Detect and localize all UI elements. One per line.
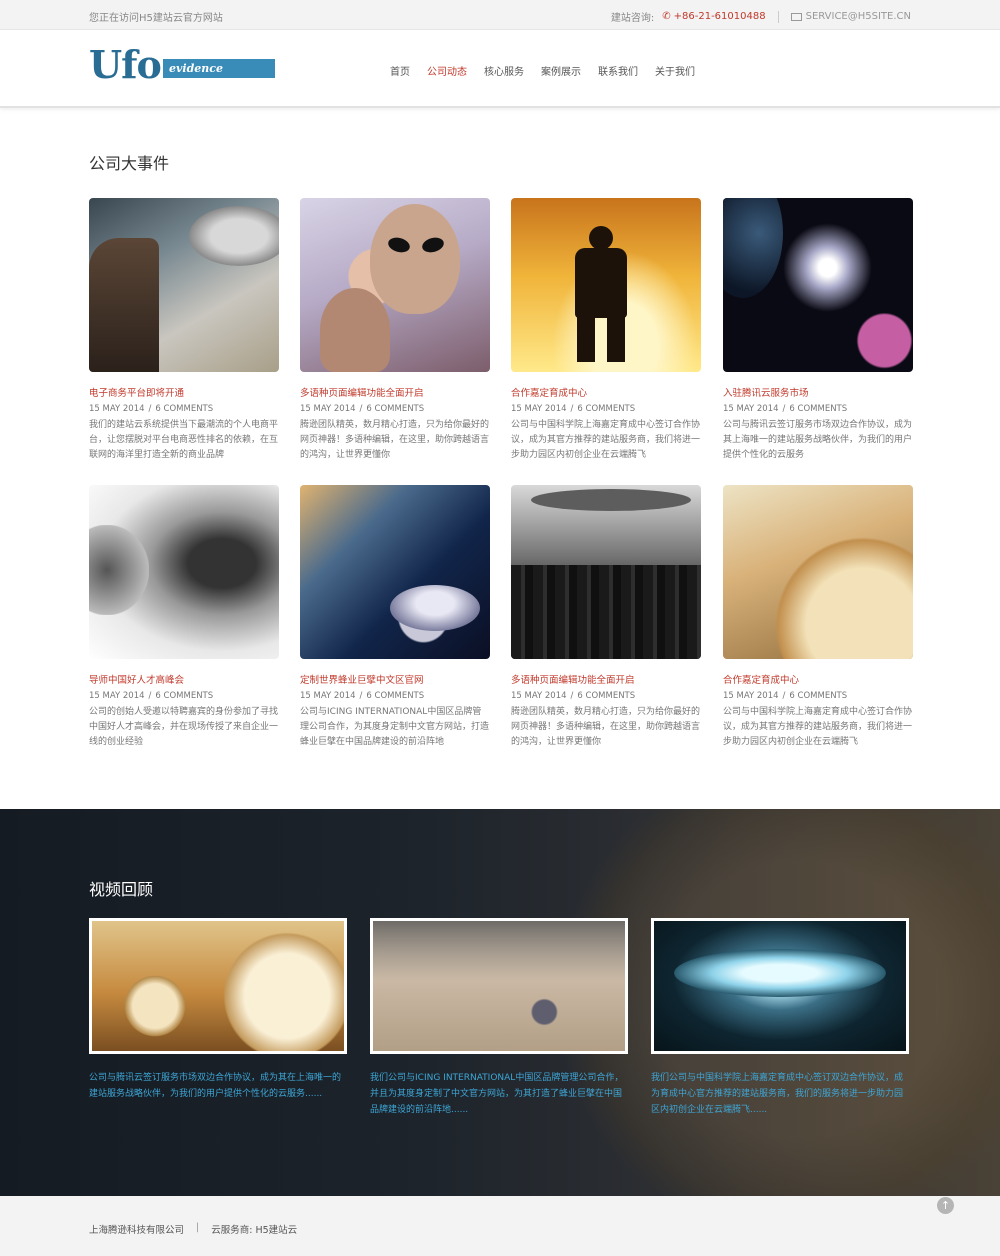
events-title: 公司大事件	[89, 154, 170, 173]
divider	[777, 10, 779, 23]
event-image[interactable]	[89, 198, 279, 372]
event-card[interactable]: 导师中国好人才高峰会 15 MAY 2014/6 COMMENTS 公司的创始人…	[89, 485, 279, 750]
video-desc[interactable]: 我们公司与中国科学院上海嘉定育成中心签订双边合作协议，成为育成中心官方推荐的建站…	[651, 1070, 909, 1118]
event-date: 15 MAY 2014	[723, 691, 779, 701]
video-thumbnail[interactable]	[651, 918, 909, 1054]
event-date: 15 MAY 2014	[300, 691, 356, 701]
video-card[interactable]: 公司与腾讯云签订服务市场双边合作协议，成为其在上海唯一的建站服务战略伙伴，为我们…	[89, 918, 347, 1102]
event-card[interactable]: 多语种页面编辑功能全面开启 15 MAY 2014/6 COMMENTS 腾逊团…	[511, 485, 701, 750]
footer-divider: |	[196, 1222, 200, 1233]
event-title[interactable]: 合作嘉定育成中心	[511, 385, 701, 399]
event-desc: 公司的创始人受邀以特聘嘉宾的身份参加了寻找中国好人才高峰会，并在现场传授了来自企…	[89, 707, 279, 747]
event-image[interactable]	[89, 485, 279, 659]
event-title[interactable]: 导师中国好人才高峰会	[89, 672, 279, 686]
contact-info: 建站咨询: ✆ +86-21-61010488 SERVICE@H5SITE.C…	[611, 9, 911, 24]
event-image[interactable]	[723, 198, 913, 372]
event-date: 15 MAY 2014	[511, 691, 567, 701]
event-image[interactable]	[723, 485, 913, 659]
event-title[interactable]: 多语种页面编辑功能全面开启	[300, 385, 490, 399]
event-card[interactable]: 合作嘉定育成中心 15 MAY 2014/6 COMMENTS 公司与中国科学院…	[723, 485, 913, 750]
main-nav: 首页 公司动态 核心服务 案例展示 联系我们 关于我们	[390, 63, 712, 78]
video-desc[interactable]: 我们公司与ICING INTERNATIONAL中国区品牌管理公司合作，并且为其…	[370, 1070, 628, 1118]
event-title[interactable]: 合作嘉定育成中心	[723, 672, 913, 686]
visit-notice: 您正在访问H5建站云官方网站	[89, 13, 223, 24]
event-image[interactable]	[300, 198, 490, 372]
event-title[interactable]: 电子商务平台即将开通	[89, 385, 279, 399]
event-title[interactable]: 定制世界蜂业巨擘中文区官网	[300, 672, 490, 686]
event-comments[interactable]: 6 COMMENTS	[789, 691, 847, 701]
event-image[interactable]	[511, 485, 701, 659]
site-header: Ufo evidence 首页 公司动态 核心服务 案例展示 联系我们 关于我们	[0, 30, 1000, 108]
event-meta: 15 MAY 2014/6 COMMENTS	[723, 404, 848, 414]
event-date: 15 MAY 2014	[89, 691, 145, 701]
logo-main: Ufo	[89, 42, 162, 87]
event-comments[interactable]: 6 COMMENTS	[366, 691, 424, 701]
email-link[interactable]: SERVICE@H5SITE.CN	[806, 11, 911, 22]
event-comments[interactable]: 6 COMMENTS	[155, 404, 213, 414]
footer-text: 上海腾逊科技有限公司 | 云服务商: H5建站云	[89, 1222, 297, 1236]
event-meta: 15 MAY 2014/6 COMMENTS	[511, 691, 636, 701]
back-to-top-icon[interactable]: ↑	[937, 1197, 954, 1214]
event-meta: 15 MAY 2014/6 COMMENTS	[511, 404, 636, 414]
event-card[interactable]: 电子商务平台即将开通 15 MAY 2014/6 COMMENTS 我们的建站云…	[89, 198, 279, 463]
event-image[interactable]	[511, 198, 701, 372]
footer-company: 上海腾逊科技有限公司	[89, 1225, 185, 1236]
event-meta: 15 MAY 2014/6 COMMENTS	[300, 691, 425, 701]
video-thumbnail[interactable]	[370, 918, 628, 1054]
event-meta: 15 MAY 2014/6 COMMENTS	[89, 691, 214, 701]
event-title[interactable]: 多语种页面编辑功能全面开启	[511, 672, 701, 686]
event-card[interactable]: 合作嘉定育成中心 15 MAY 2014/6 COMMENTS 公司与中国科学院…	[511, 198, 701, 463]
site-logo[interactable]: Ufo evidence	[89, 42, 275, 87]
event-card[interactable]: 多语种页面编辑功能全面开启 15 MAY 2014/6 COMMENTS 腾逊团…	[300, 198, 490, 463]
event-date: 15 MAY 2014	[723, 404, 779, 414]
event-card[interactable]: 入驻腾讯云服务市场 15 MAY 2014/6 COMMENTS 公司与腾讯云签…	[723, 198, 913, 463]
top-bar: 您正在访问H5建站云官方网站 建站咨询: ✆ +86-21-61010488 S…	[0, 0, 1000, 30]
phone-icon: ✆	[662, 11, 671, 22]
video-desc[interactable]: 公司与腾讯云签订服务市场双边合作协议，成为其在上海唯一的建站服务战略伙伴，为我们…	[89, 1070, 347, 1102]
nav-item-home[interactable]: 首页	[390, 63, 410, 78]
nav-item-cases[interactable]: 案例展示	[541, 63, 581, 78]
event-meta: 15 MAY 2014/6 COMMENTS	[89, 404, 214, 414]
event-comments[interactable]: 6 COMMENTS	[366, 404, 424, 414]
event-desc: 腾逊团队精英，数月精心打造，只为给你最好的网页神器！多语种编辑，在这里，助你跨越…	[300, 420, 490, 460]
event-date: 15 MAY 2014	[89, 404, 145, 414]
event-desc: 公司与ICING INTERNATIONAL中国区品牌管理公司合作，为其度身定制…	[300, 707, 490, 747]
mail-icon	[790, 12, 802, 21]
logo-sub: evidence	[163, 59, 275, 78]
event-comments[interactable]: 6 COMMENTS	[577, 404, 635, 414]
event-comments[interactable]: 6 COMMENTS	[155, 691, 213, 701]
event-meta: 15 MAY 2014/6 COMMENTS	[723, 691, 848, 701]
event-meta: 15 MAY 2014/6 COMMENTS	[300, 404, 425, 414]
nav-item-news[interactable]: 公司动态	[427, 63, 467, 78]
event-comments[interactable]: 6 COMMENTS	[577, 691, 635, 701]
video-card[interactable]: 我们公司与ICING INTERNATIONAL中国区品牌管理公司合作，并且为其…	[370, 918, 628, 1118]
event-date: 15 MAY 2014	[511, 404, 567, 414]
event-comments[interactable]: 6 COMMENTS	[789, 404, 847, 414]
event-date: 15 MAY 2014	[300, 404, 356, 414]
phone-number[interactable]: +86-21-61010488	[674, 11, 766, 22]
consult-label: 建站咨询:	[610, 13, 655, 24]
event-desc: 腾逊团队精英，数月精心打造，只为给你最好的网页神器！多语种编辑，在这里，助你跨越…	[511, 707, 701, 747]
nav-item-contact[interactable]: 联系我们	[598, 63, 638, 78]
video-section: 视频回顾 公司与腾讯云签订服务市场双边合作协议，成为其在上海唯一的建站服务战略伙…	[0, 809, 1000, 1196]
event-desc: 我们的建站云系统提供当下最潮流的个人电商平台，让您摆脱对平台电商恶性排名的依赖，…	[89, 420, 279, 460]
footer-provider[interactable]: 云服务商: H5建站云	[211, 1222, 297, 1236]
event-title[interactable]: 入驻腾讯云服务市场	[723, 385, 913, 399]
event-card[interactable]: 定制世界蜂业巨擘中文区官网 15 MAY 2014/6 COMMENTS 公司与…	[300, 485, 490, 750]
site-footer: ↑ 上海腾逊科技有限公司 | 云服务商: H5建站云	[0, 1196, 1000, 1256]
nav-item-services[interactable]: 核心服务	[484, 63, 524, 78]
nav-item-about[interactable]: 关于我们	[655, 63, 695, 78]
video-card[interactable]: 我们公司与中国科学院上海嘉定育成中心签订双边合作协议，成为育成中心官方推荐的建站…	[651, 918, 909, 1118]
event-desc: 公司与中国科学院上海嘉定育成中心签订合作协议，成为其官方推荐的建站服务商，我们将…	[511, 420, 701, 460]
event-desc: 公司与中国科学院上海嘉定育成中心签订合作协议，成为其官方推荐的建站服务商，我们将…	[723, 707, 913, 747]
event-desc: 公司与腾讯云签订服务市场双边合作协议，成为其上海唯一的建站服务战略伙伴，为我们的…	[723, 420, 913, 460]
video-thumbnail[interactable]	[89, 918, 347, 1054]
event-image[interactable]	[300, 485, 490, 659]
video-title: 视频回顾	[89, 880, 154, 899]
